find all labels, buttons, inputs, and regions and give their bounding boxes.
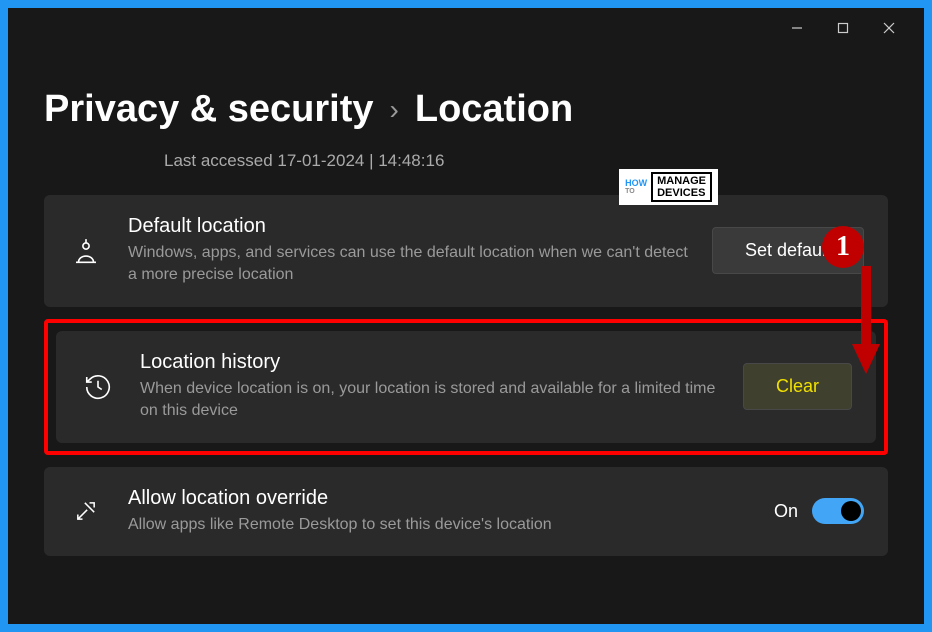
content-area: Privacy & security › Location Last acces… xyxy=(8,88,924,556)
last-accessed-text: Last accessed 17-01-2024 | 14:48:16 xyxy=(164,151,444,171)
page-title: Location xyxy=(415,88,573,131)
minimize-button[interactable] xyxy=(774,12,820,44)
toggle-container: On xyxy=(774,498,864,524)
chevron-right-icon: › xyxy=(390,94,399,126)
annotation-highlight: Location history When device location is… xyxy=(44,319,888,455)
allow-override-row: Allow location override Allow apps like … xyxy=(44,467,888,556)
watermark-to: TO xyxy=(625,188,647,195)
breadcrumb: Privacy & security › Location xyxy=(44,88,888,131)
watermark-how: HOW xyxy=(625,179,647,188)
maximize-button[interactable] xyxy=(820,12,866,44)
location-history-desc: When device location is on, your locatio… xyxy=(140,378,719,423)
override-toggle[interactable] xyxy=(812,498,864,524)
history-icon xyxy=(80,369,116,405)
allow-override-text: Allow location override Allow apps like … xyxy=(128,487,750,536)
allow-override-title: Allow location override xyxy=(128,487,750,510)
location-history-title: Location history xyxy=(140,351,719,374)
watermark-line2: DEVICES xyxy=(657,187,706,199)
toggle-knob xyxy=(841,501,861,521)
default-location-desc: Windows, apps, and services can use the … xyxy=(128,242,688,287)
settings-window: Privacy & security › Location Last acces… xyxy=(8,8,924,624)
default-location-title: Default location xyxy=(128,215,688,238)
clear-button[interactable]: Clear xyxy=(743,363,852,410)
default-location-row: Default location Windows, apps, and serv… xyxy=(44,195,888,307)
breadcrumb-parent[interactable]: Privacy & security xyxy=(44,88,374,131)
watermark-line1: MANAGE xyxy=(657,175,706,187)
override-icon xyxy=(68,493,104,529)
location-history-row: Location history When device location is… xyxy=(56,331,876,443)
last-accessed-row: Last accessed 17-01-2024 | 14:48:16 HOW … xyxy=(164,151,888,171)
allow-override-desc: Allow apps like Remote Desktop to set th… xyxy=(128,514,750,536)
location-history-text: Location history When device location is… xyxy=(140,351,719,423)
annotation-arrow-icon xyxy=(848,266,884,381)
close-button[interactable] xyxy=(866,12,912,44)
toggle-state-label: On xyxy=(774,501,798,522)
watermark-badge: HOW TO MANAGE DEVICES xyxy=(619,169,718,205)
default-location-text: Default location Windows, apps, and serv… xyxy=(128,215,688,287)
titlebar xyxy=(8,8,924,48)
annotation-number-1: 1 xyxy=(822,226,864,268)
location-pin-icon xyxy=(68,233,104,269)
